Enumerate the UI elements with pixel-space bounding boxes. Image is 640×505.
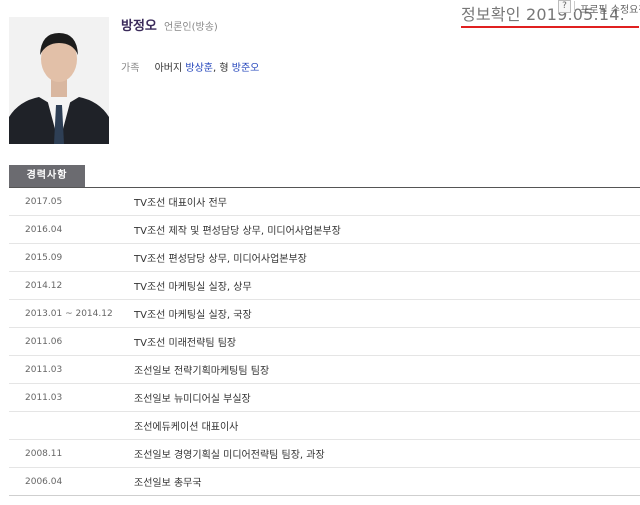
career-date: 2011.03 (25, 392, 63, 403)
career-date: 2015.09 (25, 252, 63, 263)
career-date: 2016.04 (25, 224, 63, 235)
career-date: 2008.11 (25, 448, 63, 459)
career-desc: TV조선 대표이사 전무 (134, 198, 227, 209)
highlight-underline (461, 26, 639, 28)
career-desc: TV조선 미래전략팀 팀장 (134, 338, 237, 349)
career-list: 2017.05 TV조선 대표이사 전무 2016.04 TV조선 제작 및 편성담… (9, 188, 640, 496)
family-info: 가족 아버지 방상훈, 형 방준오 (121, 63, 260, 74)
help-button[interactable]: ? (558, 0, 571, 13)
family-label: 가족 (121, 63, 140, 74)
career-row: 2017.05 TV조선 대표이사 전무 (9, 188, 640, 216)
career-date: 2011.06 (25, 336, 63, 347)
career-row: 2015.09 TV조선 편성담당 상무, 미디어사업본부장 (9, 244, 640, 272)
profile-edit-request-link[interactable]: 프로필 수정요청 (580, 1, 640, 16)
career-row: 2014.12 TV조선 마케팅실 실장, 상무 (9, 272, 640, 300)
career-row: 2011.06 TV조선 미래전략팀 팀장 (9, 328, 640, 356)
career-row: 2011.03 조선일보 전략기획마케팅팀 팀장 (9, 356, 640, 384)
career-date: 2011.03 (25, 364, 63, 375)
career-desc: TV조선 편성담당 상무, 미디어사업본부장 (134, 254, 307, 265)
career-desc: TV조선 제작 및 편성담당 상무, 미디어사업본부장 (134, 226, 341, 237)
career-row: 2016.04 TV조선 제작 및 편성담당 상무, 미디어사업본부장 (9, 216, 640, 244)
person-name: 방정오 (121, 19, 157, 34)
career-desc: 조선일보 전략기획마케팅팀 팀장 (134, 366, 270, 377)
father-link[interactable]: 방상훈 (185, 63, 213, 74)
tab-career[interactable]: 경력사항 (9, 165, 85, 187)
brother-prefix: 형 (219, 63, 229, 74)
career-row: 조선에듀케이션 대표이사 (9, 412, 640, 440)
career-desc: 조선일보 경영기획실 미디어전략팀 팀장, 과장 (134, 450, 325, 461)
career-date: 2014.12 (25, 280, 63, 291)
career-desc: TV조선 마케팅실 실장, 국장 (134, 310, 252, 321)
career-desc: TV조선 마케팅실 실장, 상무 (134, 282, 252, 293)
career-date: 2006.04 (25, 476, 63, 487)
divider (574, 1, 575, 12)
career-desc: 조선일보 총무국 (134, 478, 202, 489)
career-row: 2011.03 조선일보 뉴미디어실 부실장 (9, 384, 640, 412)
career-row: 2013.01 ~ 2014.12 TV조선 마케팅실 실장, 국장 (9, 300, 640, 328)
person-portrait-icon (9, 17, 109, 144)
career-desc: 조선일보 뉴미디어실 부실장 (134, 394, 251, 405)
brother-link[interactable]: 방준오 (232, 63, 260, 74)
father-prefix: 아버지 (154, 63, 183, 74)
career-date: 2013.01 ~ 2014.12 (25, 308, 113, 319)
person-occupation: 언론인(방송) (164, 22, 218, 33)
profile-photo (9, 17, 109, 144)
career-row: 2008.11 조선일보 경영기획실 미디어전략팀 팀장, 과장 (9, 440, 640, 468)
career-desc: 조선에듀케이션 대표이사 (134, 422, 239, 433)
career-date: 2017.05 (25, 196, 63, 207)
career-row: 2006.04 조선일보 총무국 (9, 468, 640, 496)
